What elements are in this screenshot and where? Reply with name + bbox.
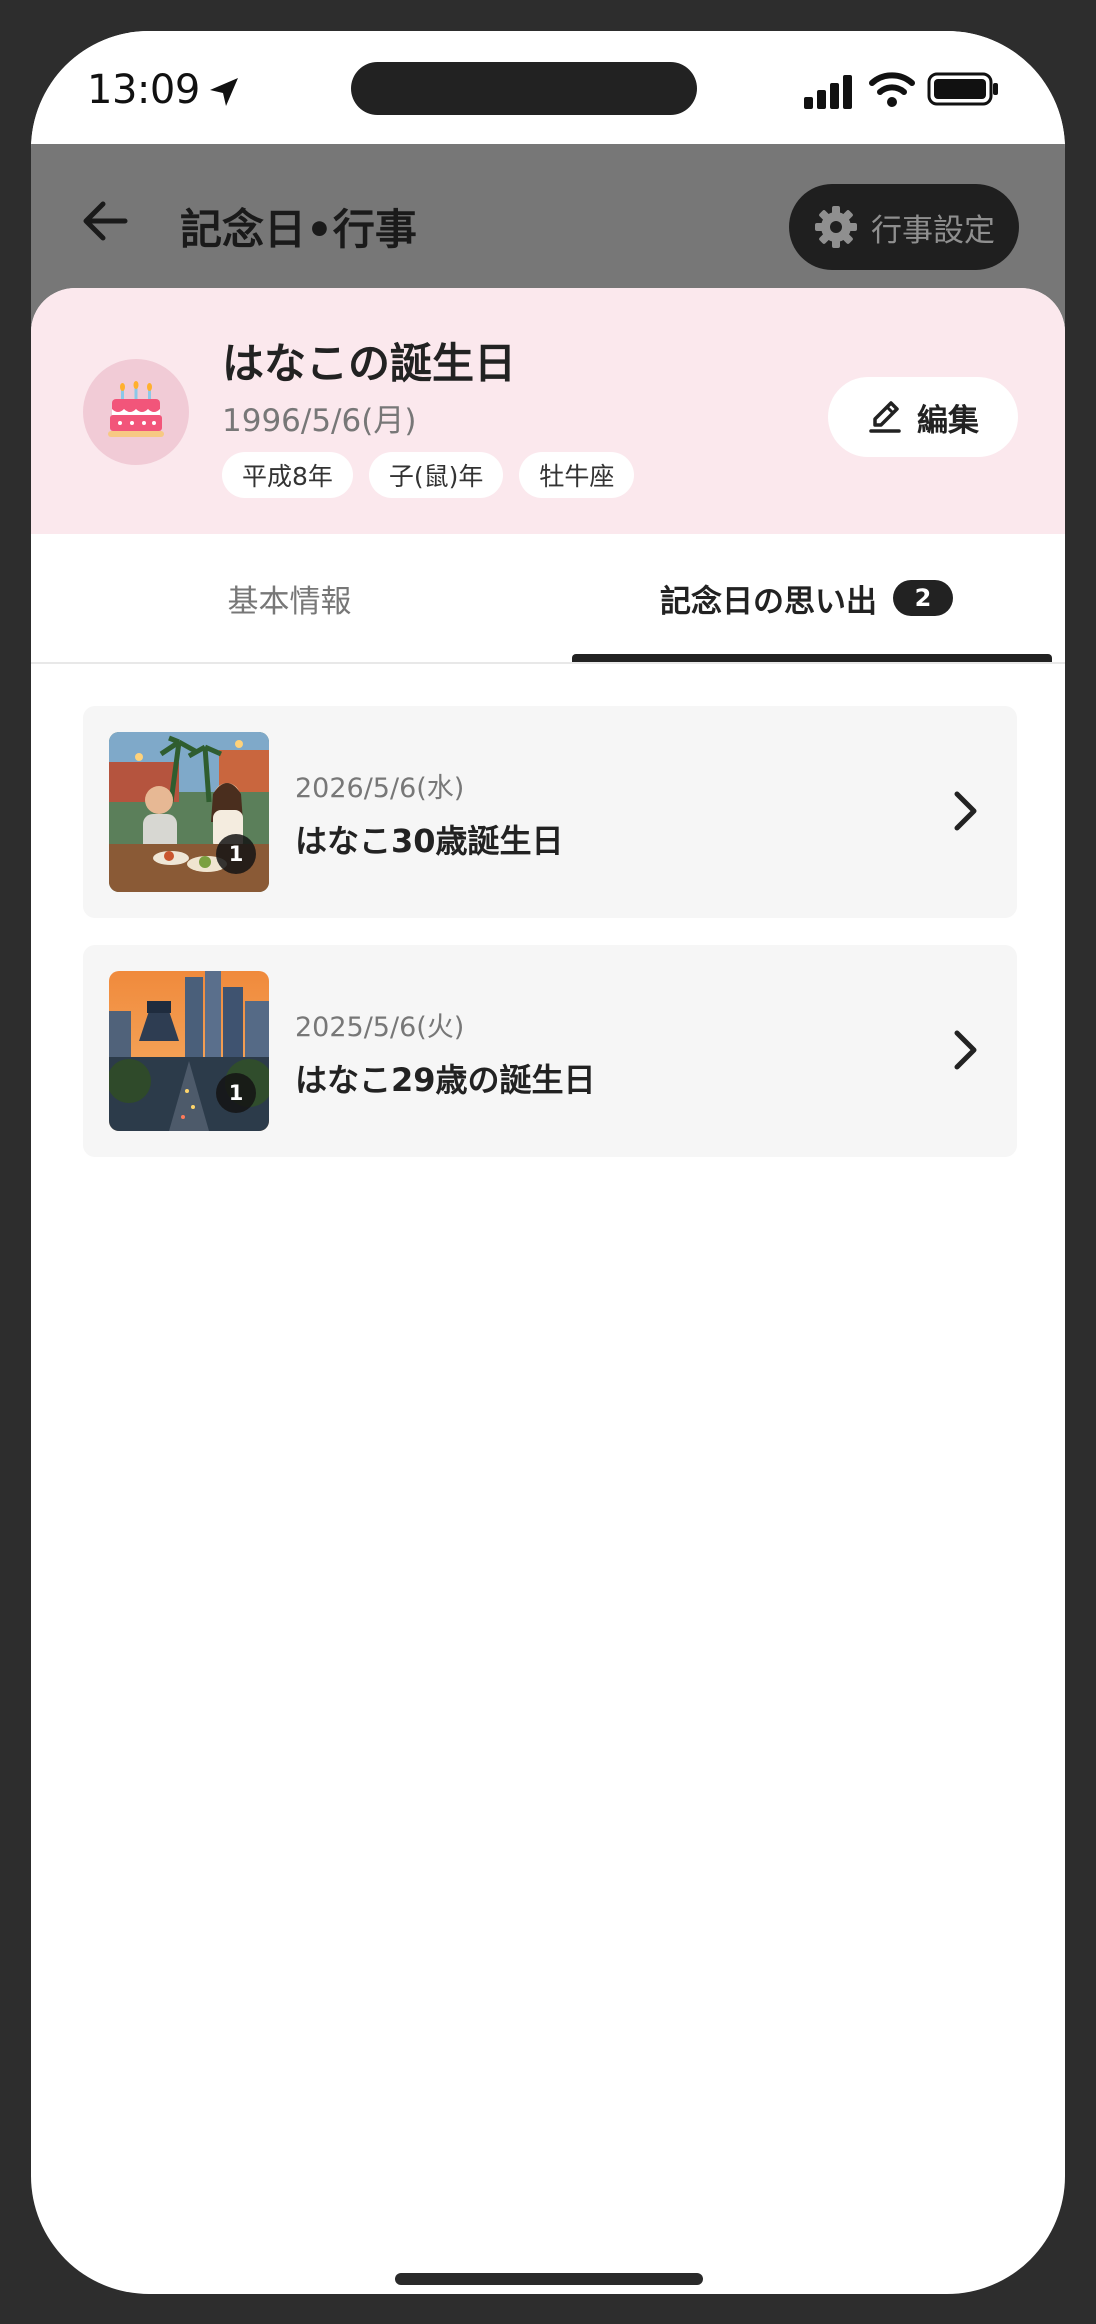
- event-avatar: [83, 359, 189, 465]
- wifi-icon: [869, 72, 915, 107]
- memory-date: 2025/5/6(火): [295, 1012, 465, 1043]
- chevron-right-icon: [954, 791, 977, 831]
- memory-date: 2026/5/6(水): [295, 773, 465, 804]
- tab-basic-info[interactable]: 基本情報: [31, 534, 548, 662]
- phone-screen: 13:09 記念日•行事 行事設定 はなこの誕生日 1996/5/6(月) 平成…: [31, 31, 1065, 2294]
- dynamic-island: [351, 62, 697, 115]
- photo-count-badge: 1: [216, 1073, 256, 1113]
- cellular-signal-icon: [804, 75, 852, 109]
- memory-photo-thumbnail: 1: [109, 971, 269, 1131]
- home-indicator[interactable]: [395, 2273, 703, 2285]
- status-time: 13:09: [87, 67, 200, 113]
- tag-zodiac-animal: 子(鼠)年: [368, 452, 504, 498]
- gear-icon: [815, 206, 857, 248]
- page-title: 記念日•行事: [180, 205, 417, 254]
- location-arrow-icon: [210, 78, 238, 106]
- tab-memories-label: 記念日の思い出: [660, 583, 877, 620]
- event-settings-button[interactable]: 行事設定: [789, 184, 1019, 270]
- back-arrow-icon[interactable]: [79, 196, 131, 246]
- event-summary: はなこの誕生日 1996/5/6(月) 平成8年 子(鼠)年 牡牛座 編集: [31, 288, 1065, 534]
- memories-count-badge: 2: [893, 580, 953, 616]
- edit-label: 編集: [917, 402, 979, 439]
- memory-card[interactable]: 1 2025/5/6(火) はなこ29歳の誕生日: [83, 945, 1017, 1157]
- battery-icon: [927, 72, 998, 106]
- tag-era-year: 平成8年: [222, 452, 353, 498]
- tab-bar: 基本情報 記念日の思い出 2: [31, 534, 1065, 664]
- pencil-icon: [869, 401, 901, 433]
- photo-count-badge: 1: [216, 834, 256, 874]
- status-bar: 13:09: [31, 31, 1065, 144]
- memory-title: はなこ29歳の誕生日: [295, 1061, 596, 1099]
- tab-basic-info-label: 基本情報: [227, 583, 352, 620]
- birthday-cake-icon: [108, 381, 164, 437]
- event-tags: 平成8年 子(鼠)年 牡牛座: [222, 452, 650, 498]
- event-date: 1996/5/6(月): [222, 403, 417, 439]
- chevron-right-icon: [954, 1030, 977, 1070]
- memory-card[interactable]: 1 2026/5/6(水) はなこ30歳誕生日: [83, 706, 1017, 918]
- active-tab-indicator: [572, 654, 1052, 662]
- edit-button[interactable]: 編集: [828, 377, 1018, 457]
- tag-star-sign: 牡牛座: [519, 452, 635, 498]
- event-title: はなこの誕生日: [222, 339, 517, 388]
- memory-photo-thumbnail: 1: [109, 732, 269, 892]
- memory-title: はなこ30歳誕生日: [295, 822, 564, 860]
- event-detail-sheet: はなこの誕生日 1996/5/6(月) 平成8年 子(鼠)年 牡牛座 編集 基本…: [31, 288, 1065, 2138]
- tab-memories[interactable]: 記念日の思い出 2: [548, 534, 1065, 662]
- event-settings-label: 行事設定: [871, 212, 995, 249]
